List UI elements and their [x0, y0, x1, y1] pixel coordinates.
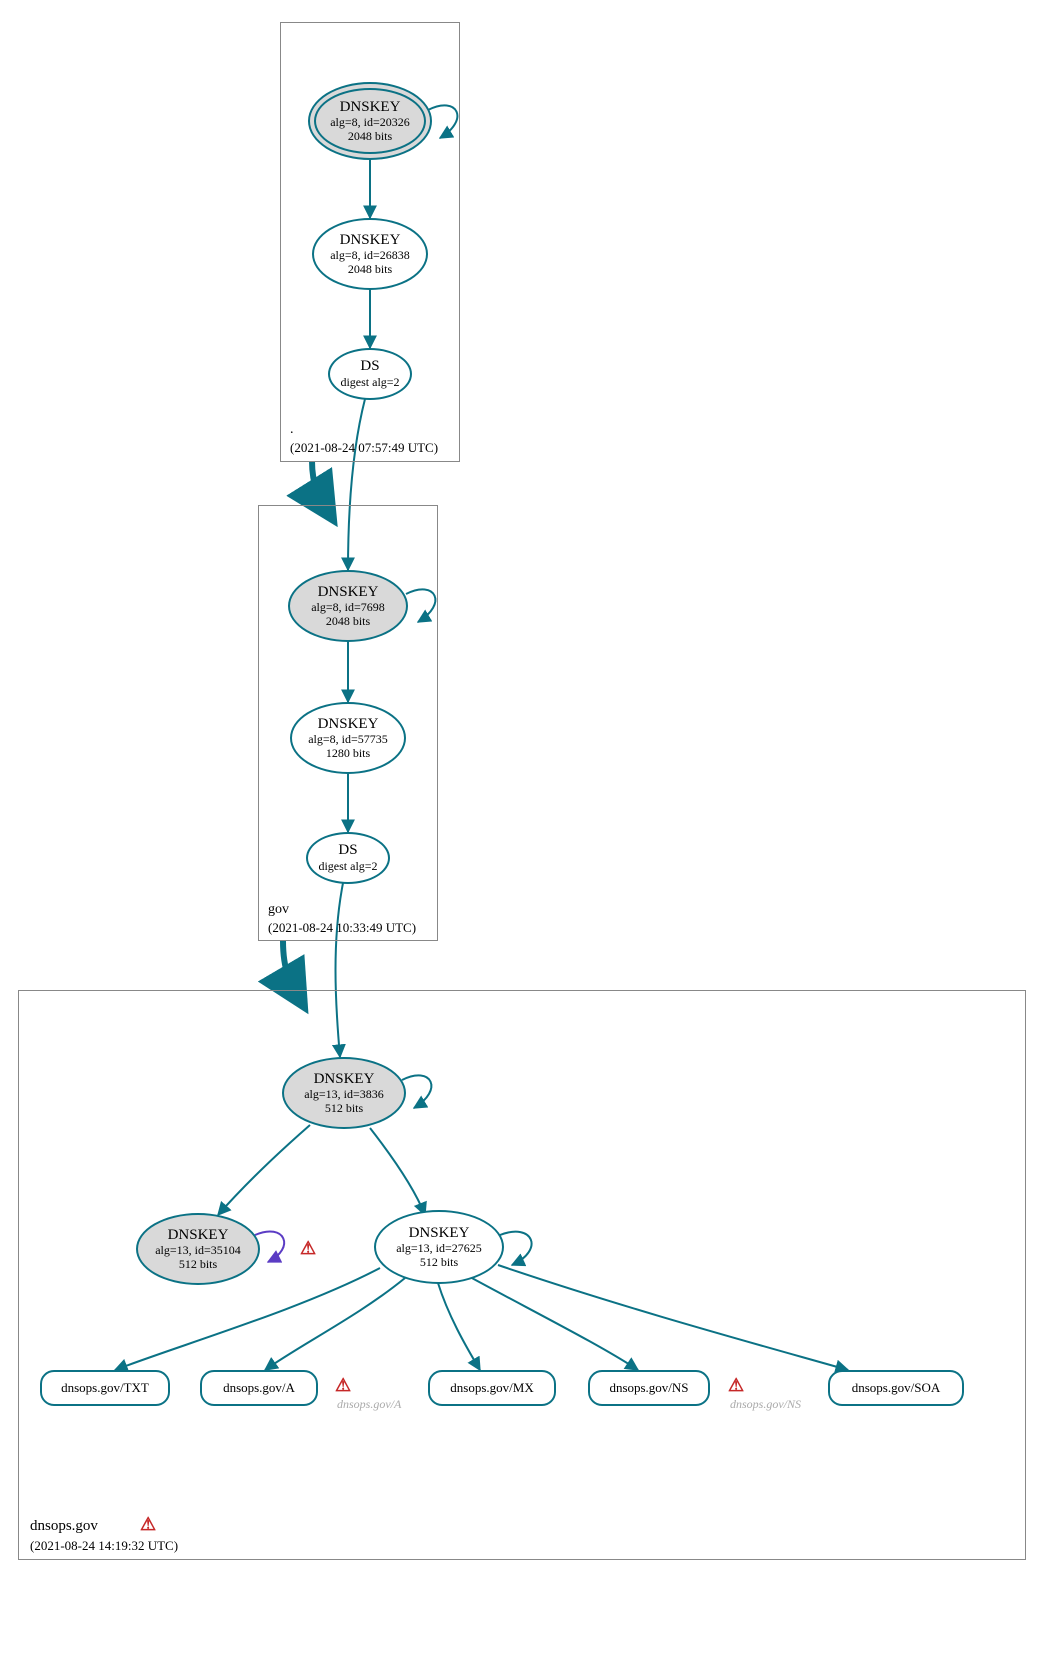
- node-root-ds: DS digest alg=2: [328, 348, 412, 400]
- text: digest alg=2: [318, 860, 377, 874]
- zone-dnsops-timestamp: (2021-08-24 14:19:32 UTC): [30, 1538, 178, 1554]
- text: dnsops.gov/A: [223, 1381, 295, 1396]
- text: 1280 bits: [326, 747, 370, 761]
- node-dnsops-zsk: DNSKEY alg=13, id=27625 512 bits: [374, 1210, 504, 1284]
- text: alg=8, id=7698: [311, 601, 385, 615]
- text: dnsops.gov/SOA: [852, 1381, 941, 1396]
- text: DNSKEY: [318, 584, 379, 601]
- text: DS: [338, 842, 357, 859]
- text: dnsops.gov/NS: [609, 1381, 688, 1396]
- node-rrset-txt: dnsops.gov/TXT: [40, 1370, 170, 1406]
- text: DS: [360, 358, 379, 375]
- text: 2048 bits: [348, 263, 392, 277]
- text: 512 bits: [420, 1256, 458, 1270]
- node-rrset-soa: dnsops.gov/SOA: [828, 1370, 964, 1406]
- zone-dnsops-label: dnsops.gov: [30, 1518, 98, 1535]
- text: 2048 bits: [348, 130, 392, 144]
- node-root-ksk: DNSKEY alg=8, id=20326 2048 bits: [308, 82, 432, 160]
- warning-icon-domain: ⚠: [140, 1514, 156, 1535]
- text: 512 bits: [325, 1102, 363, 1116]
- zone-gov-label: gov: [268, 902, 289, 918]
- text: 512 bits: [179, 1258, 217, 1272]
- text: alg=8, id=20326: [330, 116, 410, 130]
- node-root-zsk: DNSKEY alg=8, id=26838 2048 bits: [312, 218, 428, 290]
- text: dnsops.gov/MX: [450, 1381, 533, 1396]
- text: alg=8, id=26838: [330, 249, 410, 263]
- zone-gov-timestamp: (2021-08-24 10:33:49 UTC): [268, 920, 416, 936]
- text: DNSKEY: [340, 232, 401, 249]
- text: alg=13, id=27625: [396, 1242, 482, 1256]
- text: dnsops.gov/TXT: [61, 1381, 149, 1396]
- text: DNSKEY: [318, 716, 379, 733]
- dnssec-diagram: . (2021-08-24 07:57:49 UTC) DNSKEY alg=8…: [0, 0, 1044, 1664]
- warning-rrset-ns: ⚠ dnsops.gov/NS: [728, 1375, 801, 1412]
- node-dnsops-key2: DNSKEY alg=13, id=35104 512 bits: [136, 1213, 260, 1285]
- node-rrset-ns: dnsops.gov/NS: [588, 1370, 710, 1406]
- text: DNSKEY: [168, 1227, 229, 1244]
- node-rrset-a: dnsops.gov/A: [200, 1370, 318, 1406]
- zone-root-timestamp: (2021-08-24 07:57:49 UTC): [290, 440, 438, 456]
- text: DNSKEY: [340, 99, 401, 116]
- node-gov-zsk: DNSKEY alg=8, id=57735 1280 bits: [290, 702, 406, 774]
- node-dnsops-ksk: DNSKEY alg=13, id=3836 512 bits: [282, 1057, 406, 1129]
- text: alg=13, id=3836: [304, 1088, 384, 1102]
- node-gov-ksk: DNSKEY alg=8, id=7698 2048 bits: [288, 570, 408, 642]
- text: digest alg=2: [340, 376, 399, 390]
- text: DNSKEY: [409, 1225, 470, 1242]
- text: alg=8, id=57735: [308, 733, 388, 747]
- text: 2048 bits: [326, 615, 370, 629]
- zone-root-label: .: [290, 422, 294, 438]
- warning-icon-key2: ⚠: [300, 1238, 316, 1259]
- node-rrset-mx: dnsops.gov/MX: [428, 1370, 556, 1406]
- text: alg=13, id=35104: [155, 1244, 241, 1258]
- node-gov-ds: DS digest alg=2: [306, 832, 390, 884]
- warning-rrset-a: ⚠ dnsops.gov/A: [335, 1375, 401, 1412]
- text: DNSKEY: [314, 1071, 375, 1088]
